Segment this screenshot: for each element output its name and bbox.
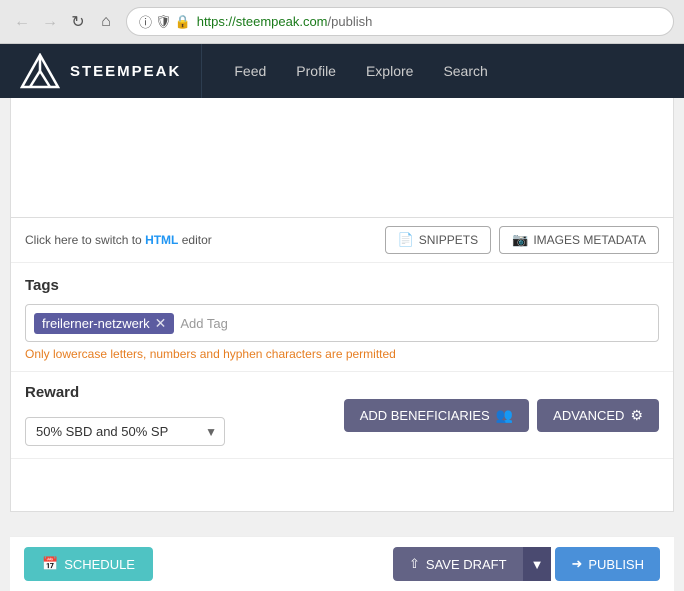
schedule-button[interactable]: 📅 SCHEDULE (24, 547, 153, 581)
snippets-label: SNIPPETS (419, 233, 478, 247)
snippets-icon: 📄 (398, 232, 414, 248)
url-path: /publish (328, 14, 373, 29)
reload-button[interactable]: ↻ (66, 10, 90, 34)
editor-area[interactable] (11, 98, 673, 218)
address-bar[interactable]: ⓘ 🛡 🔒 https://steempeak.com/publish (126, 7, 674, 36)
beneficiaries-label: ADD BENEFICIARIES (360, 408, 490, 423)
tag-chip-freilerner: freilerner-netzwerk ✕ (34, 313, 174, 334)
advanced-button[interactable]: ADVANCED ⚙ (537, 399, 659, 432)
tags-input[interactable]: freilerner-netzwerk ✕ Add Tag (25, 304, 659, 342)
home-button[interactable]: ⌂ (94, 10, 118, 34)
advanced-label: ADVANCED (553, 408, 624, 423)
spacer (11, 459, 673, 511)
info-icon: ⓘ (139, 12, 152, 31)
reward-section: Reward 50% SBD and 50% SP 100% Steem Pow… (11, 372, 673, 459)
navbar: STEEMPEAK Feed Profile Explore Search (0, 44, 684, 98)
arrow-right-icon: ➜ (571, 556, 582, 572)
lock-icon: 🔒 (175, 14, 191, 30)
remove-tag-button[interactable]: ✕ (155, 316, 167, 330)
upload-icon: ⇧ (409, 556, 420, 572)
nav-feed[interactable]: Feed (222, 55, 278, 87)
shield-icon: 🛡 (155, 14, 172, 30)
nav-profile[interactable]: Profile (284, 55, 348, 87)
url-domain: steempeak.com (236, 14, 328, 29)
nav-buttons: ← → ↻ ⌂ (10, 10, 118, 34)
reward-buttons: ADD BENEFICIARIES 👥 ADVANCED ⚙ (344, 399, 659, 432)
gear-icon: ⚙ (630, 407, 643, 424)
publish-button[interactable]: ➜ PUBLISH (555, 547, 660, 581)
schedule-label: SCHEDULE (64, 557, 135, 572)
navbar-links: Feed Profile Explore Search (202, 44, 519, 98)
brand: STEEMPEAK (0, 44, 202, 98)
chevron-down-icon: ▼ (531, 557, 544, 572)
nav-explore[interactable]: Explore (354, 55, 425, 87)
back-button[interactable]: ← (10, 10, 34, 34)
tags-section: Tags freilerner-netzwerk ✕ Add Tag Only … (11, 263, 673, 372)
reward-select-wrapper: 50% SBD and 50% SP 100% Steem Power Decl… (25, 417, 225, 446)
save-draft-button[interactable]: ⇧ SAVE DRAFT (393, 547, 523, 581)
images-metadata-label: IMAGES METADATA (533, 233, 646, 247)
html-switch: Click here to switch to HTML editor (25, 233, 212, 247)
html-switch-link[interactable]: HTML (145, 233, 178, 247)
save-draft-label: SAVE DRAFT (426, 557, 507, 572)
tags-hint: Only lowercase letters, numbers and hyph… (25, 347, 659, 361)
add-beneficiaries-button[interactable]: ADD BENEFICIARIES 👥 (344, 399, 529, 432)
browser-chrome: ← → ↻ ⌂ ⓘ 🛡 🔒 https://steempeak.com/publ… (0, 0, 684, 44)
tag-placeholder: Add Tag (180, 316, 227, 331)
forward-button[interactable]: → (38, 10, 62, 34)
bottom-bar: 📅 SCHEDULE ⇧ SAVE DRAFT ▼ ➜ PUBLISH (10, 536, 674, 591)
tag-text: freilerner-netzwerk (42, 316, 150, 331)
tags-label: Tags (25, 277, 659, 294)
url-protocol-domain: https:// (197, 14, 236, 29)
snippets-button[interactable]: 📄 SNIPPETS (385, 226, 492, 254)
camera-icon: 📷 (512, 232, 528, 248)
reward-left: Reward 50% SBD and 50% SP 100% Steem Pow… (25, 384, 225, 446)
url-text: https://steempeak.com/publish (197, 14, 373, 29)
calendar-icon: 📅 (42, 556, 58, 572)
html-switch-suffix: editor (182, 233, 212, 247)
reward-label: Reward (25, 384, 225, 401)
security-icons: ⓘ 🛡 🔒 (139, 12, 191, 31)
save-draft-dropdown-button[interactable]: ▼ (523, 547, 552, 581)
images-metadata-button[interactable]: 📷 IMAGES METADATA (499, 226, 659, 254)
main-content: Click here to switch to HTML editor 📄 SN… (10, 98, 674, 512)
html-switch-prefix: Click here to switch to (25, 233, 142, 247)
publish-label: PUBLISH (588, 557, 644, 572)
publish-group: ⇧ SAVE DRAFT ▼ ➜ PUBLISH (393, 547, 660, 581)
brand-name: STEEMPEAK (70, 63, 181, 80)
toolbar-buttons: 📄 SNIPPETS 📷 IMAGES METADATA (385, 226, 659, 254)
brand-logo-icon (20, 53, 60, 89)
nav-search[interactable]: Search (431, 55, 499, 87)
people-icon: 👥 (496, 407, 513, 424)
reward-select[interactable]: 50% SBD and 50% SP 100% Steem Power Decl… (25, 417, 225, 446)
toolbar-row: Click here to switch to HTML editor 📄 SN… (11, 218, 673, 263)
